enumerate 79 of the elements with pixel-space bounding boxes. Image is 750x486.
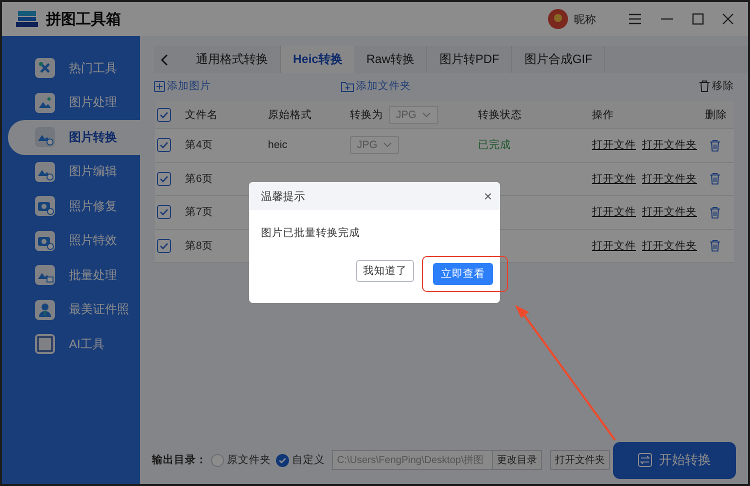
checkbox[interactable]	[157, 108, 171, 122]
tab[interactable]: Raw转换	[354, 46, 428, 73]
checkbox[interactable]	[157, 138, 171, 152]
sidebar-item[interactable]: AI工具	[8, 327, 140, 362]
trash-icon[interactable]	[709, 239, 721, 252]
user-name[interactable]: 昵称	[574, 12, 596, 26]
dialog-title: 温馨提示	[261, 190, 305, 204]
camera-icon	[35, 230, 55, 251]
image-icon	[35, 162, 55, 182]
got-it-button[interactable]: 我知道了	[356, 260, 414, 282]
chevron-icon	[422, 112, 432, 118]
sidebar-item[interactable]: 图片编辑	[8, 154, 140, 189]
sidebar-item[interactable]: 批量处理	[8, 258, 140, 292]
radio-label: 原文件夹	[227, 453, 271, 467]
radio-button[interactable]	[276, 454, 289, 466]
link[interactable]: 打开文件	[592, 172, 636, 186]
column-header: 删除	[705, 108, 727, 122]
link[interactable]: 打开文件夹	[642, 238, 697, 253]
close-button[interactable]: ×	[484, 188, 492, 204]
person-icon	[35, 300, 55, 320]
maximize-icon[interactable]	[692, 13, 704, 25]
sidebar-item[interactable]: 图片处理	[8, 86, 140, 120]
table-cell: heic	[268, 139, 288, 152]
image-icon	[35, 127, 55, 148]
trash-icon[interactable]	[709, 138, 721, 152]
link[interactable]: 打开文件	[592, 138, 636, 152]
link[interactable]: 打开文件	[592, 238, 636, 253]
column-header: 文件名	[185, 108, 218, 122]
table-cell-text: 第8页	[185, 238, 214, 253]
image-icon	[35, 265, 55, 286]
tab[interactable]: 图片合成GIF	[512, 46, 606, 73]
column-header: 转换状态	[478, 108, 522, 122]
checkbox[interactable]	[157, 238, 171, 253]
column-header: 转换为	[350, 108, 383, 122]
link[interactable]: 打开文件	[592, 205, 636, 220]
menu-icon[interactable]	[628, 13, 642, 25]
chevron-icon	[383, 142, 392, 148]
remove-button[interactable]: 移除	[699, 79, 734, 93]
output-label: 输出目录：	[152, 453, 207, 467]
back-icon[interactable]	[160, 54, 170, 66]
radio-label: 自定义	[292, 453, 325, 467]
link[interactable]: 打开文件夹	[642, 138, 697, 152]
sidebar-item[interactable]: 照片修复	[8, 189, 140, 224]
avatar-icon[interactable]	[548, 9, 568, 29]
radio-button[interactable]	[211, 454, 224, 466]
sidebar-item[interactable]: 热门工具	[8, 51, 140, 86]
view-now-button[interactable]: 立即查看	[433, 263, 493, 285]
start-button[interactable]: 开始转换	[613, 442, 736, 478]
column-header: 操作	[592, 108, 614, 122]
trash-icon[interactable]	[709, 172, 721, 186]
tab[interactable]: 图片转PDF	[427, 46, 512, 73]
dialog-message: 图片已批量转换完成	[260, 226, 361, 241]
convert-icon	[638, 453, 652, 467]
sidebar-item[interactable]: 最美证件照	[8, 292, 140, 327]
camera-icon	[35, 196, 55, 216]
open-folder-button[interactable]: 打开文件夹	[550, 450, 610, 470]
plus-icon	[154, 80, 165, 92]
link[interactable]: 打开文件夹	[642, 172, 697, 186]
sidebar-item[interactable]: 图片转换	[8, 120, 140, 154]
column-header: 原始格式	[268, 108, 312, 122]
app-title: 拼图工具箱	[46, 10, 121, 28]
close-icon[interactable]	[722, 13, 734, 25]
image-icon	[35, 92, 55, 113]
checkbox[interactable]	[157, 205, 171, 220]
tools-icon	[35, 58, 55, 78]
tab[interactable]: Heic转换	[281, 46, 354, 73]
sidebar-item[interactable]: 照片特效	[8, 224, 140, 258]
trash-icon	[699, 80, 710, 92]
status-text: 已完成	[478, 138, 511, 152]
folder-icon	[341, 80, 354, 92]
link[interactable]: 打开文件夹	[642, 205, 697, 220]
table-cell-text: 第6页	[185, 172, 214, 186]
checkbox[interactable]	[157, 172, 171, 186]
table-cell-text: 第4页	[185, 138, 214, 152]
add-folder-button[interactable]: 添加文件夹	[341, 79, 411, 93]
add-image-button[interactable]: 添加图片	[154, 79, 211, 93]
trash-icon[interactable]	[709, 206, 721, 219]
logo-icon	[16, 10, 38, 28]
table-cell-text: 第7页	[185, 205, 214, 220]
